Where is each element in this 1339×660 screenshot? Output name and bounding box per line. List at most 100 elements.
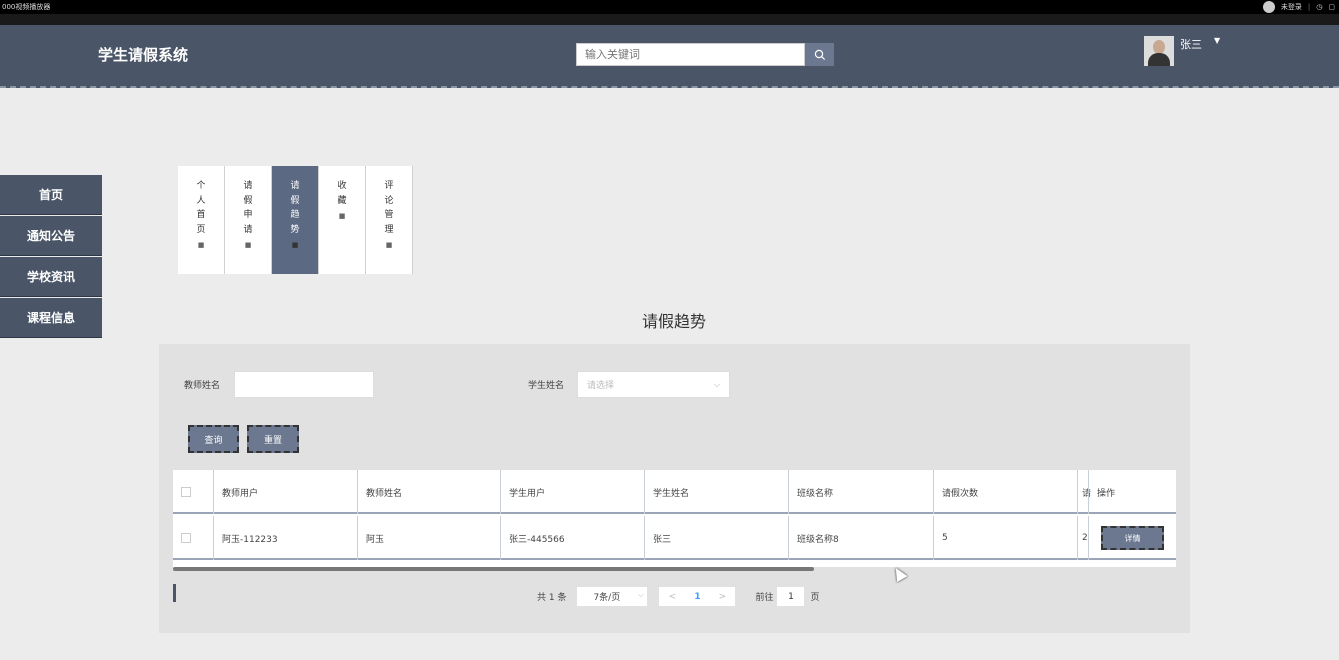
header-class-name: 班级名称: [788, 470, 933, 514]
pagination: 共 1 条 7条/页 ⌵ < 1 > 前往 1 页: [537, 587, 819, 606]
tab-personal-home[interactable]: 个 人 首 页 ■: [178, 166, 225, 274]
pager-total: 共 1 条: [537, 593, 567, 603]
query-button[interactable]: 查询: [188, 425, 239, 453]
page-title: 请假趋势: [642, 312, 707, 331]
tab-char: 页: [196, 224, 206, 235]
goto-label: 前往: [755, 593, 774, 603]
header-student-name: 学生姓名: [644, 470, 788, 514]
tab-char: 论: [384, 195, 394, 206]
select-placeholder: 请选择: [587, 381, 615, 391]
login-status[interactable]: 未登录: [1281, 2, 1302, 12]
tab-char: 评: [384, 181, 394, 191]
home-icon: ■: [244, 241, 252, 249]
tab-char: 假: [290, 195, 300, 206]
header-teacher-user: 教师用户: [213, 470, 357, 514]
cell-leave-count: 5: [933, 516, 1077, 560]
chevron-down-icon: ⌵: [713, 380, 720, 389]
tab-char: 管: [384, 210, 394, 220]
home-icon: ■: [291, 241, 299, 249]
window-icon[interactable]: ▢: [1328, 3, 1335, 11]
tab-char: 收: [337, 181, 347, 191]
left-accent-mark: [173, 584, 176, 602]
row-checkbox[interactable]: [181, 533, 191, 543]
cell-teacher-name: 阿玉: [357, 516, 500, 560]
prev-page-button[interactable]: <: [659, 587, 686, 606]
tab-char: 假: [243, 195, 253, 206]
tab-char: 藏: [337, 195, 347, 206]
tab-char: 人: [196, 195, 206, 206]
user-menu[interactable]: 张三 ▼: [1144, 36, 1220, 66]
tab-comments[interactable]: 评 论 管 理 ■: [366, 166, 413, 274]
sidebar: 首页 通知公告 学校资讯 课程信息: [0, 175, 102, 339]
browser-right-controls: 未登录 | ◷ ▢: [1262, 0, 1339, 14]
tab-leave-trend[interactable]: 请 假 趋 势 ■: [272, 166, 319, 274]
tab-favorites[interactable]: 收 藏 ■: [319, 166, 366, 274]
cell-class-name: 班级名称8: [788, 516, 933, 560]
select-all-checkbox[interactable]: [181, 487, 191, 497]
sidebar-item-notice[interactable]: 通知公告: [0, 216, 102, 256]
home-icon: ■: [338, 212, 346, 220]
cell-teacher-user: 阿玉-112233: [213, 516, 357, 560]
tab-char: 请: [243, 181, 253, 191]
page-unit: 页: [810, 593, 820, 603]
user-name[interactable]: 张三: [1180, 36, 1202, 52]
search-icon: [814, 49, 825, 60]
data-table: 教师用户 教师姓名 学生用户 学生姓名 班级名称 请假次数 请 操作 阿玉-11…: [173, 470, 1176, 567]
page-size-select[interactable]: 7条/页 ⌵: [577, 587, 648, 606]
history-icon[interactable]: ◷: [1316, 3, 1322, 11]
site-header: 学生请假系统 张三 ▼: [0, 25, 1339, 88]
horizontal-scrollbar[interactable]: [173, 567, 814, 571]
table-header-row: 教师用户 教师姓名 学生用户 学生姓名 班级名称 请假次数 请 操作: [173, 470, 1176, 514]
page-size-value: 7条/页: [593, 593, 621, 603]
teacher-name-input[interactable]: [234, 371, 374, 398]
browser-topbar: 000视频播放器 未登录 | ◷ ▢: [0, 0, 1339, 14]
tab-char: 申: [243, 210, 253, 220]
cell-action: 详情: [1088, 516, 1176, 560]
detail-button[interactable]: 详情: [1101, 526, 1164, 550]
chevron-down-icon: ⌵: [638, 591, 644, 599]
avatar[interactable]: [1144, 36, 1174, 66]
header-partial: 请: [1077, 470, 1091, 514]
tab-char: 趋: [290, 210, 300, 220]
tab-char: 个: [196, 181, 206, 191]
student-name-select[interactable]: 请选择 ⌵: [577, 371, 730, 398]
reset-button[interactable]: 重置: [247, 425, 299, 453]
user-avatar-icon[interactable]: [1262, 1, 1275, 13]
tab-char: 势: [290, 224, 300, 235]
student-name-label: 学生姓名: [528, 381, 565, 391]
sidebar-item-courses[interactable]: 课程信息: [0, 298, 102, 338]
tab-char: 理: [384, 224, 394, 235]
cell-student-user: 张三-445566: [500, 516, 644, 560]
cell-partial: 2: [1077, 516, 1088, 560]
header-student-user: 学生用户: [500, 470, 644, 514]
home-icon: ■: [385, 241, 393, 249]
table-row: 阿玉-112233 阿玉 张三-445566 张三 班级名称8 5 2 详情: [173, 516, 1176, 560]
site-brand: 学生请假系统: [98, 46, 189, 64]
teacher-name-label: 教师姓名: [184, 381, 221, 391]
header-teacher-name: 教师姓名: [357, 470, 500, 514]
tab-char: 请: [243, 224, 253, 235]
search-button[interactable]: [805, 43, 834, 66]
tab-char: 请: [290, 181, 300, 191]
header-leave-count: 请假次数: [933, 470, 1077, 514]
sidebar-item-home[interactable]: 首页: [0, 175, 102, 215]
home-icon: ■: [197, 241, 205, 249]
browser-gap: [0, 14, 1339, 25]
select-all-cell: [173, 470, 213, 514]
vertical-tabs: 个 人 首 页 ■ 请 假 申 请 ■ 请 假 趋 势 ■ 收 藏 ■ 评 论 …: [178, 166, 413, 274]
next-page-button[interactable]: >: [709, 587, 736, 606]
caret-down-icon[interactable]: ▼: [1214, 36, 1220, 45]
cell-student-name: 张三: [644, 516, 788, 560]
header-action: 操作: [1088, 470, 1176, 514]
row-select-cell: [173, 516, 213, 560]
tab-leave-apply[interactable]: 请 假 申 请 ■: [225, 166, 272, 274]
sidebar-item-news[interactable]: 学校资讯: [0, 257, 102, 297]
search-bar: [576, 43, 834, 66]
browser-tab-title: 000视频播放器: [2, 3, 51, 11]
separator: |: [1307, 3, 1311, 11]
search-input[interactable]: [576, 43, 805, 66]
content-panel: 教师姓名 学生姓名 请选择 ⌵ 查询 重置 教师用户 教师姓名 学生用户 学生姓…: [159, 344, 1190, 633]
goto-page-input[interactable]: 1: [777, 587, 805, 606]
current-page[interactable]: 1: [685, 587, 710, 606]
tab-char: 首: [196, 210, 206, 220]
